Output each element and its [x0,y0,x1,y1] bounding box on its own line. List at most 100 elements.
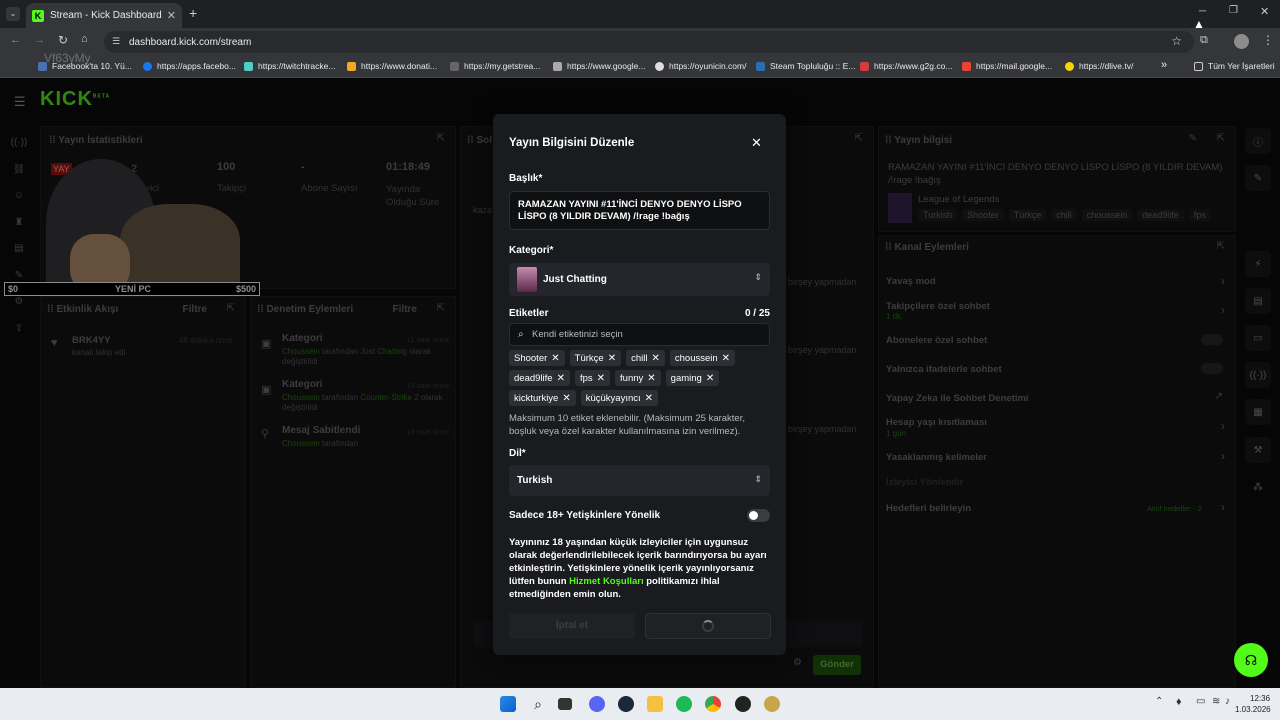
display-icon[interactable]: ▭ [1196,696,1205,707]
clock-time[interactable]: 12:36 [1250,694,1270,703]
adult-description: Yayınınız 18 yaşından küçük izleyiciler … [509,537,767,600]
task-view-icon[interactable] [558,698,572,710]
support-chat-button[interactable]: ☊ [1234,643,1268,677]
tags-counter: 0 / 25 [744,308,770,319]
back-icon[interactable]: ← [10,34,21,46]
volume-icon[interactable]: ♪ [1225,696,1230,707]
title-label: Başlık* [509,173,543,184]
spotify-icon[interactable] [676,696,692,712]
chrome-icon[interactable] [705,696,721,712]
bookmark-item[interactable]: https://apps.facebo... [143,61,236,71]
remove-tag-icon[interactable]: ✕ [651,353,659,364]
start-icon[interactable] [500,696,516,712]
bookmark-item[interactable]: https://www.google... [553,61,645,71]
windows-taskbar: ⌕ ⌃ ♦ ▭ ≋ ♪ 12:36 1.03.2026 [0,688,1280,720]
discord-icon[interactable] [589,696,605,712]
all-bookmarks-folder[interactable]: Tüm Yer İşaretleri [1194,61,1275,71]
tag-chip: fps ✕ [574,370,611,386]
adult-toggle[interactable] [747,509,770,522]
reload-icon[interactable]: ↻ [58,33,68,47]
tag-chip: dead9life ✕ [509,370,570,386]
mic-icon[interactable]: ♦ [1176,696,1182,708]
remove-tag-icon[interactable]: ✕ [551,353,559,364]
tag-chip: choussein ✕ [669,350,736,366]
steam-icon[interactable] [618,696,634,712]
bookmarks-overflow-icon[interactable]: » [1161,59,1167,71]
cancel-button[interactable]: İptal et [509,613,635,639]
url-field[interactable]: ☰ dashboard.kick.com/stream ☆ [104,31,1194,53]
explorer-icon[interactable] [647,696,663,712]
close-icon[interactable]: ✕ [751,135,762,151]
kick-favicon-icon: K [32,9,44,22]
league-icon[interactable] [764,696,780,712]
home-icon[interactable]: ⌂ [81,33,88,45]
select-arrows-icon: ⇕ [754,272,762,282]
title-input[interactable]: RAMAZAN YAYINI #11'İNCİ DENYO DENYO LİSP… [509,191,770,230]
bookmarks-bar: Facebook'ta 10. Yü... https://apps.faceb… [0,56,1280,78]
forward-icon[interactable]: → [34,34,45,46]
browser-tab-strip: ⌄ K Stream - Kick Dashboard ✕ + ─ ❐ ✕ [0,0,1280,28]
mouse-cursor-icon: ▲ [1193,17,1205,31]
obs-icon[interactable] [735,696,751,712]
tags-label: Etiketler [509,308,549,319]
remove-tag-icon[interactable]: ✕ [706,373,714,384]
tag-chip: gaming ✕ [665,370,720,386]
tag-input[interactable]: ⌕ Kendi etiketinizi seçin [509,323,770,346]
extensions-icon[interactable]: ⧉ [1200,34,1208,47]
address-bar-row: ← → ↻ ⌂ ☰ dashboard.kick.com/stream ☆ ⧉ … [0,28,1280,56]
remove-tag-icon[interactable]: ✕ [645,393,653,404]
loading-spinner-icon [702,620,714,632]
minimize-button[interactable]: ─ [1199,6,1206,17]
select-arrows-icon: ⇕ [754,474,762,484]
tab-close-icon[interactable]: ✕ [167,9,176,22]
clock-date[interactable]: 1.03.2026 [1235,705,1271,714]
bookmark-item[interactable]: https://www.donati... [347,61,437,71]
new-tab-button[interactable]: + [189,5,197,21]
tab-search-icon[interactable]: ⌄ [6,7,20,21]
remove-tag-icon[interactable]: ✕ [722,353,730,364]
restore-button[interactable]: ❐ [1229,5,1238,16]
profile-avatar[interactable] [1234,34,1249,49]
bookmark-item[interactable]: https://twitchtracke... [244,61,335,71]
bookmark-item[interactable]: https://oyunicin.com/ [655,61,746,71]
remove-tag-icon[interactable]: ✕ [608,353,616,364]
stream-watermark: Vf63yMy [44,51,91,65]
search-icon: ⌕ [518,329,524,340]
modal-title: Yayın Bilgisini Düzenle [509,137,635,149]
browser-tab[interactable]: K Stream - Kick Dashboard ✕ [26,3,182,28]
adult-label: Sadece 18+ Yetişkinlere Yönelik [509,510,661,521]
url-text: dashboard.kick.com/stream [129,36,252,48]
terms-link[interactable]: Hizmet Koşulları [569,576,643,587]
remove-tag-icon[interactable]: ✕ [562,393,570,404]
remove-tag-icon[interactable]: ✕ [647,373,655,384]
category-label: Kategori* [509,245,554,256]
tag-chip: chill ✕ [626,350,665,366]
tags-hint: Maksimum 10 etiket eklenebilir. (Maksimu… [509,413,745,437]
tray-overflow-icon[interactable]: ⌃ [1155,696,1163,707]
language-select[interactable]: Turkish ⇕ [509,465,770,496]
remove-tag-icon[interactable]: ✕ [557,373,565,384]
tag-chip: küçükyayıncı ✕ [580,390,659,406]
language-label: Dil* [509,448,526,459]
bookmark-item[interactable]: Steam Topluluğu :: E... [756,61,855,71]
menu-kebab-icon[interactable]: ⋮ [1262,33,1274,47]
bookmark-item[interactable]: https://mail.google... [962,61,1052,71]
search-icon[interactable]: ⌕ [530,696,546,712]
selected-tags: Shooter ✕ Türkçe ✕ chill ✕ choussein ✕ dead9… [509,350,774,406]
bookmark-item[interactable]: https://dlive.tv/ [1065,61,1133,71]
bookmark-item[interactable]: https://my.getstrea... [450,61,540,71]
site-info-icon[interactable]: ☰ [112,36,120,47]
remove-tag-icon[interactable]: ✕ [597,373,605,384]
tab-title: Stream - Kick Dashboard [50,10,162,21]
edit-stream-info-modal: Yayın Bilgisini Düzenle ✕ Başlık* RAMAZA… [493,114,786,655]
category-select[interactable]: Just Chatting ⇕ [509,263,770,296]
wifi-icon[interactable]: ≋ [1212,696,1220,707]
tag-chip: Türkçe ✕ [569,350,622,366]
tag-chip: funny ✕ [615,370,661,386]
save-button[interactable] [645,613,771,639]
close-window-button[interactable]: ✕ [1260,5,1269,18]
bookmark-item[interactable]: https://www.g2g.co... [860,61,952,71]
bookmark-star-icon[interactable]: ☆ [1171,34,1182,48]
tag-chip: Shooter ✕ [509,350,565,366]
tag-chip: kickturkiye ✕ [509,390,576,406]
